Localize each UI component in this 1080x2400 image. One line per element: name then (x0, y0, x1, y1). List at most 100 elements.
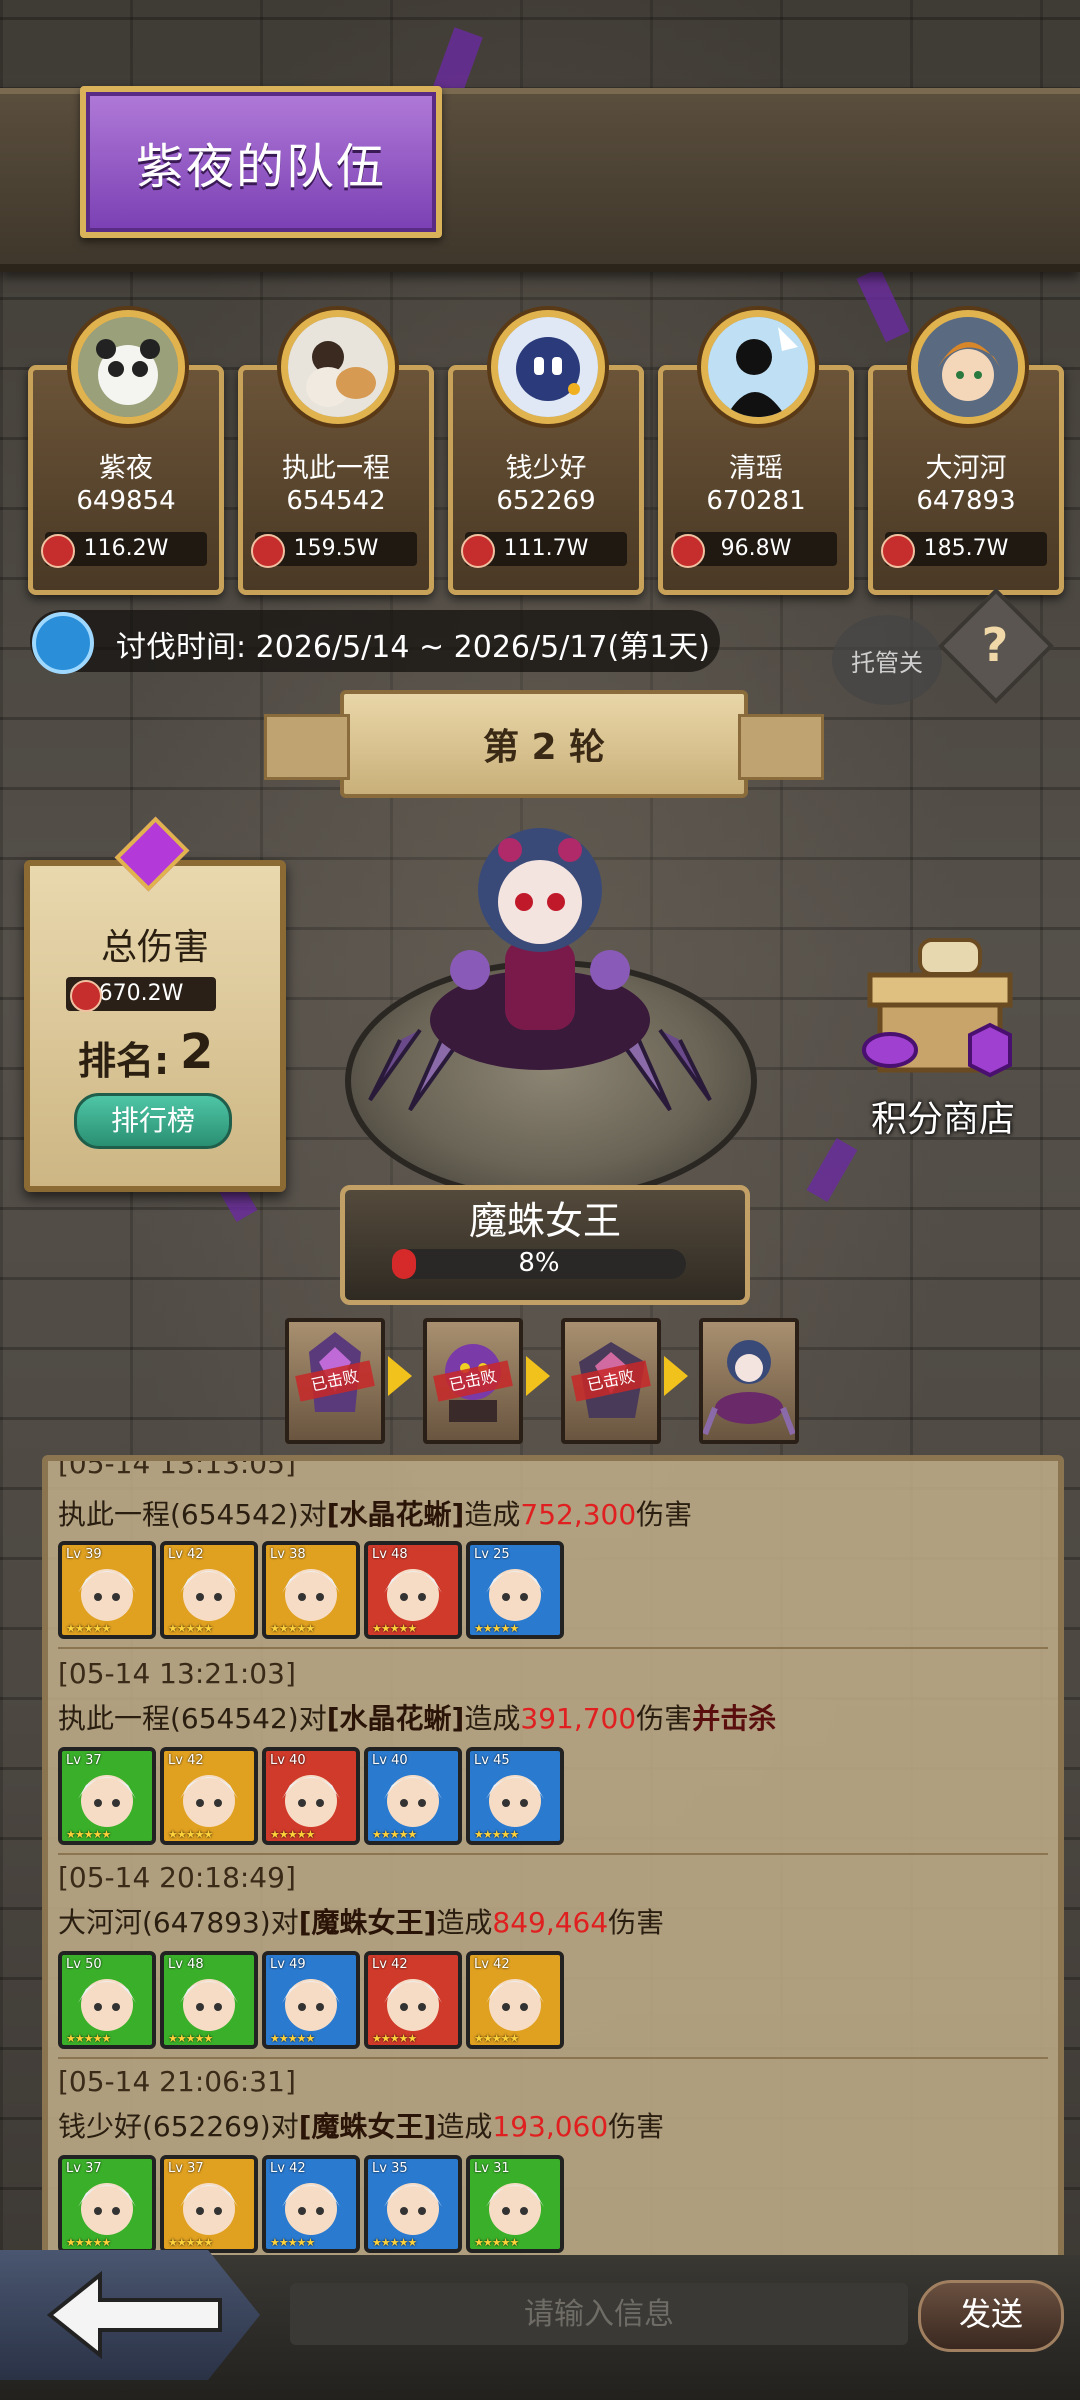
spider-queen-boss[interactable] (360, 780, 720, 1120)
hero-stars: ★★★★★ (270, 1828, 315, 1841)
log-line: 钱少好(652269)对[魔蛛女王]造成193,060伤害 (58, 2105, 664, 2145)
hero-portrait[interactable]: Lv 50 ★★★★★ (58, 1951, 156, 2049)
hero-level: Lv 37 (66, 1753, 102, 1768)
points-shop-label[interactable]: 积分商店 (848, 1090, 1038, 1142)
boss-stage-1[interactable]: 已击败 (285, 1318, 385, 1444)
member-name: 执此一程 (282, 453, 390, 484)
hero-stars: ★★★★★ (270, 2236, 315, 2249)
boss-name: 魔蛛女王 (468, 1199, 621, 1243)
log-time: [05-14 21:06:31] (58, 2065, 296, 2098)
member-id: 654542 (286, 486, 386, 516)
hero-portrait[interactable]: Lv 37 ★★★★★ (58, 1747, 156, 1845)
ranking-button[interactable]: 排行榜 (74, 1093, 232, 1149)
member-card[interactable]: 清瑶 670281 96.8W (658, 310, 854, 595)
hero-stars: ★★★★★ (474, 2236, 519, 2249)
hero-level: Lv 45 (474, 1753, 510, 1768)
spider-queen-icon (703, 1340, 795, 1436)
hero-portrait[interactable]: Lv 42 ★★★★★ (160, 1541, 258, 1639)
hero-portrait[interactable]: Lv 37 ★★★★★ (160, 2155, 258, 2253)
log-separator (58, 2057, 1048, 2059)
log-suffix: 伤害 (608, 2110, 665, 2143)
boss-stage-4[interactable] (699, 1318, 799, 1444)
team-title-plate: 紫夜的队伍 (80, 86, 442, 238)
damage-icon (881, 534, 915, 568)
hero-portrait[interactable]: Lv 42 ★★★★★ (466, 1951, 564, 2049)
auto-battle-button[interactable]: 托管关 (832, 615, 942, 705)
rank-value: 2 (180, 1024, 214, 1080)
silhouette-avatar (701, 310, 815, 424)
log-suffix: 伤害 (608, 1906, 665, 1939)
rank-label: 排名: (78, 1039, 170, 1083)
next-arrow-icon (388, 1356, 412, 1396)
hero-portrait[interactable]: Lv 40 ★★★★★ (364, 1747, 462, 1845)
member-card[interactable]: 执此一程 654542 159.5W (238, 310, 434, 595)
member-card[interactable]: 钱少好 652269 111.7W (448, 310, 644, 595)
hero-portrait[interactable]: Lv 49 ★★★★★ (262, 1951, 360, 2049)
member-card[interactable]: 大河河 647893 185.7W (868, 310, 1064, 595)
hero-stars: ★★★★★ (66, 1622, 111, 1635)
boss-stage-2[interactable]: 已击败 (423, 1318, 523, 1444)
log-time: [05-14 13:21:03] (58, 1657, 296, 1690)
log-damage: 193,060 (492, 2110, 609, 2143)
member-name: 紫夜 (99, 453, 153, 484)
hero-stars: ★★★★★ (66, 2032, 111, 2045)
robot-avatar (491, 310, 605, 424)
team-title: 紫夜的队伍 (135, 139, 386, 195)
log-separator (58, 1647, 1048, 1649)
hero-portrait[interactable]: Lv 35 ★★★★★ (364, 2155, 462, 2253)
hero-level: Lv 48 (168, 1957, 204, 1972)
game-scene: 紫夜的队伍 紫夜 649854 116.2W 执此一程 654542 159.5… (0, 0, 1080, 2400)
purple-crystal-decor (806, 1138, 858, 1202)
log-target: [水晶花蜥] (326, 1702, 465, 1735)
hero-portrait[interactable]: Lv 25 ★★★★★ (466, 1541, 564, 1639)
battle-log-panel[interactable]: [05-14 13:13:05] 执此一程(654542)对[水晶花蜥]造成75… (42, 1455, 1064, 2277)
member-damage-value: 111.7W (503, 536, 589, 561)
hero-portrait[interactable]: Lv 48 ★★★★★ (160, 1951, 258, 2049)
hero-portrait[interactable]: Lv 38 ★★★★★ (262, 1541, 360, 1639)
anime-boy-avatar (911, 310, 1025, 424)
clock-icon (32, 612, 94, 674)
log-time: [05-14 20:18:49] (58, 1861, 296, 1894)
log-target: [魔蛛女王] (298, 2110, 437, 2143)
hero-level: Lv 39 (66, 1547, 102, 1562)
boss-stage-3[interactable]: 已击败 (561, 1318, 661, 1444)
log-target: [水晶花蜥] (326, 1498, 465, 1531)
hero-level: Lv 50 (66, 1957, 102, 1972)
log-kill: 并击杀 (692, 1702, 777, 1735)
hero-stars: ★★★★★ (270, 1622, 315, 1635)
shop-chest-icon[interactable] (850, 930, 1030, 1100)
log-damage: 391,700 (520, 1702, 637, 1735)
member-card[interactable]: 紫夜 649854 116.2W (28, 310, 224, 595)
damage-icon (70, 980, 102, 1012)
hero-stars: ★★★★★ (168, 2032, 213, 2045)
hero-portrait[interactable]: Lv 37 ★★★★★ (58, 2155, 156, 2253)
hero-portrait[interactable]: Lv 39 ★★★★★ (58, 1541, 156, 1639)
hero-stars: ★★★★★ (372, 2236, 417, 2249)
hero-portrait[interactable]: Lv 48 ★★★★★ (364, 1541, 462, 1639)
log-suffix: 伤害 (636, 1702, 693, 1735)
chat-input[interactable] (290, 2283, 908, 2345)
hero-portrait[interactable]: Lv 42 ★★★★★ (160, 1747, 258, 1845)
hero-level: Lv 42 (474, 1957, 510, 1972)
hero-level: Lv 48 (372, 1547, 408, 1562)
help-icon[interactable]: ? (955, 605, 1035, 685)
hero-portrait[interactable]: Lv 45 ★★★★★ (466, 1747, 564, 1845)
log-separator (58, 1853, 1048, 1855)
hero-portrait[interactable]: Lv 42 ★★★★★ (364, 1951, 462, 2049)
send-button[interactable]: 发送 (918, 2280, 1064, 2352)
log-suffix: 伤害 (636, 1498, 693, 1531)
hero-portrait[interactable]: Lv 40 ★★★★★ (262, 1747, 360, 1845)
log-mid: 造成 (436, 1906, 493, 1939)
hero-portrait[interactable]: Lv 42 ★★★★★ (262, 2155, 360, 2253)
member-damage: 96.8W (671, 532, 837, 568)
boss-hp-text: 8% (518, 1248, 560, 1278)
round-label: 第 2 轮 (482, 727, 606, 768)
log-attacker: 执此一程(654542)对 (58, 1702, 327, 1735)
hero-portrait[interactable]: Lv 31 ★★★★★ (466, 2155, 564, 2253)
back-arrow-icon[interactable] (40, 2270, 230, 2360)
hero-level: Lv 38 (270, 1547, 306, 1562)
hero-stars: ★★★★★ (474, 1828, 519, 1841)
member-damage: 185.7W (881, 532, 1047, 568)
hero-stars: ★★★★★ (168, 2236, 213, 2249)
member-id: 649854 (76, 486, 176, 516)
